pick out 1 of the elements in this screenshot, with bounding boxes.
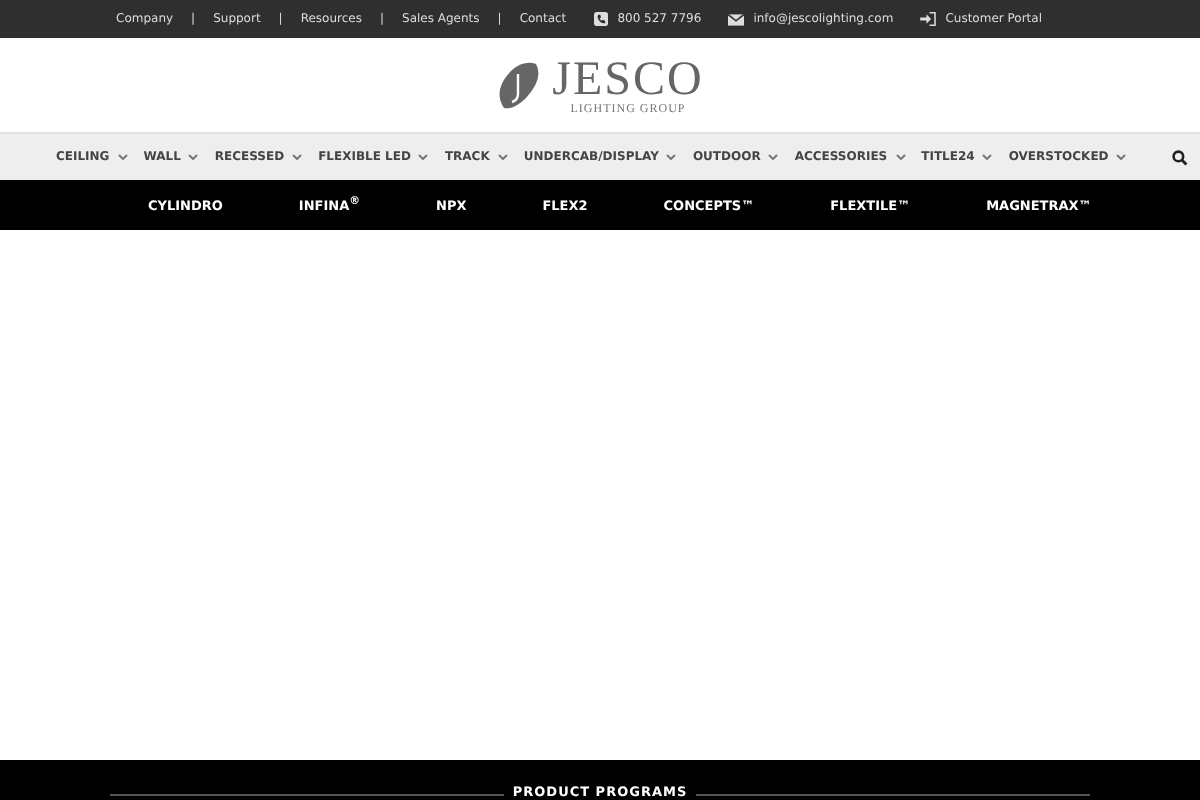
logo-wordmark: JESCO [552, 55, 704, 103]
